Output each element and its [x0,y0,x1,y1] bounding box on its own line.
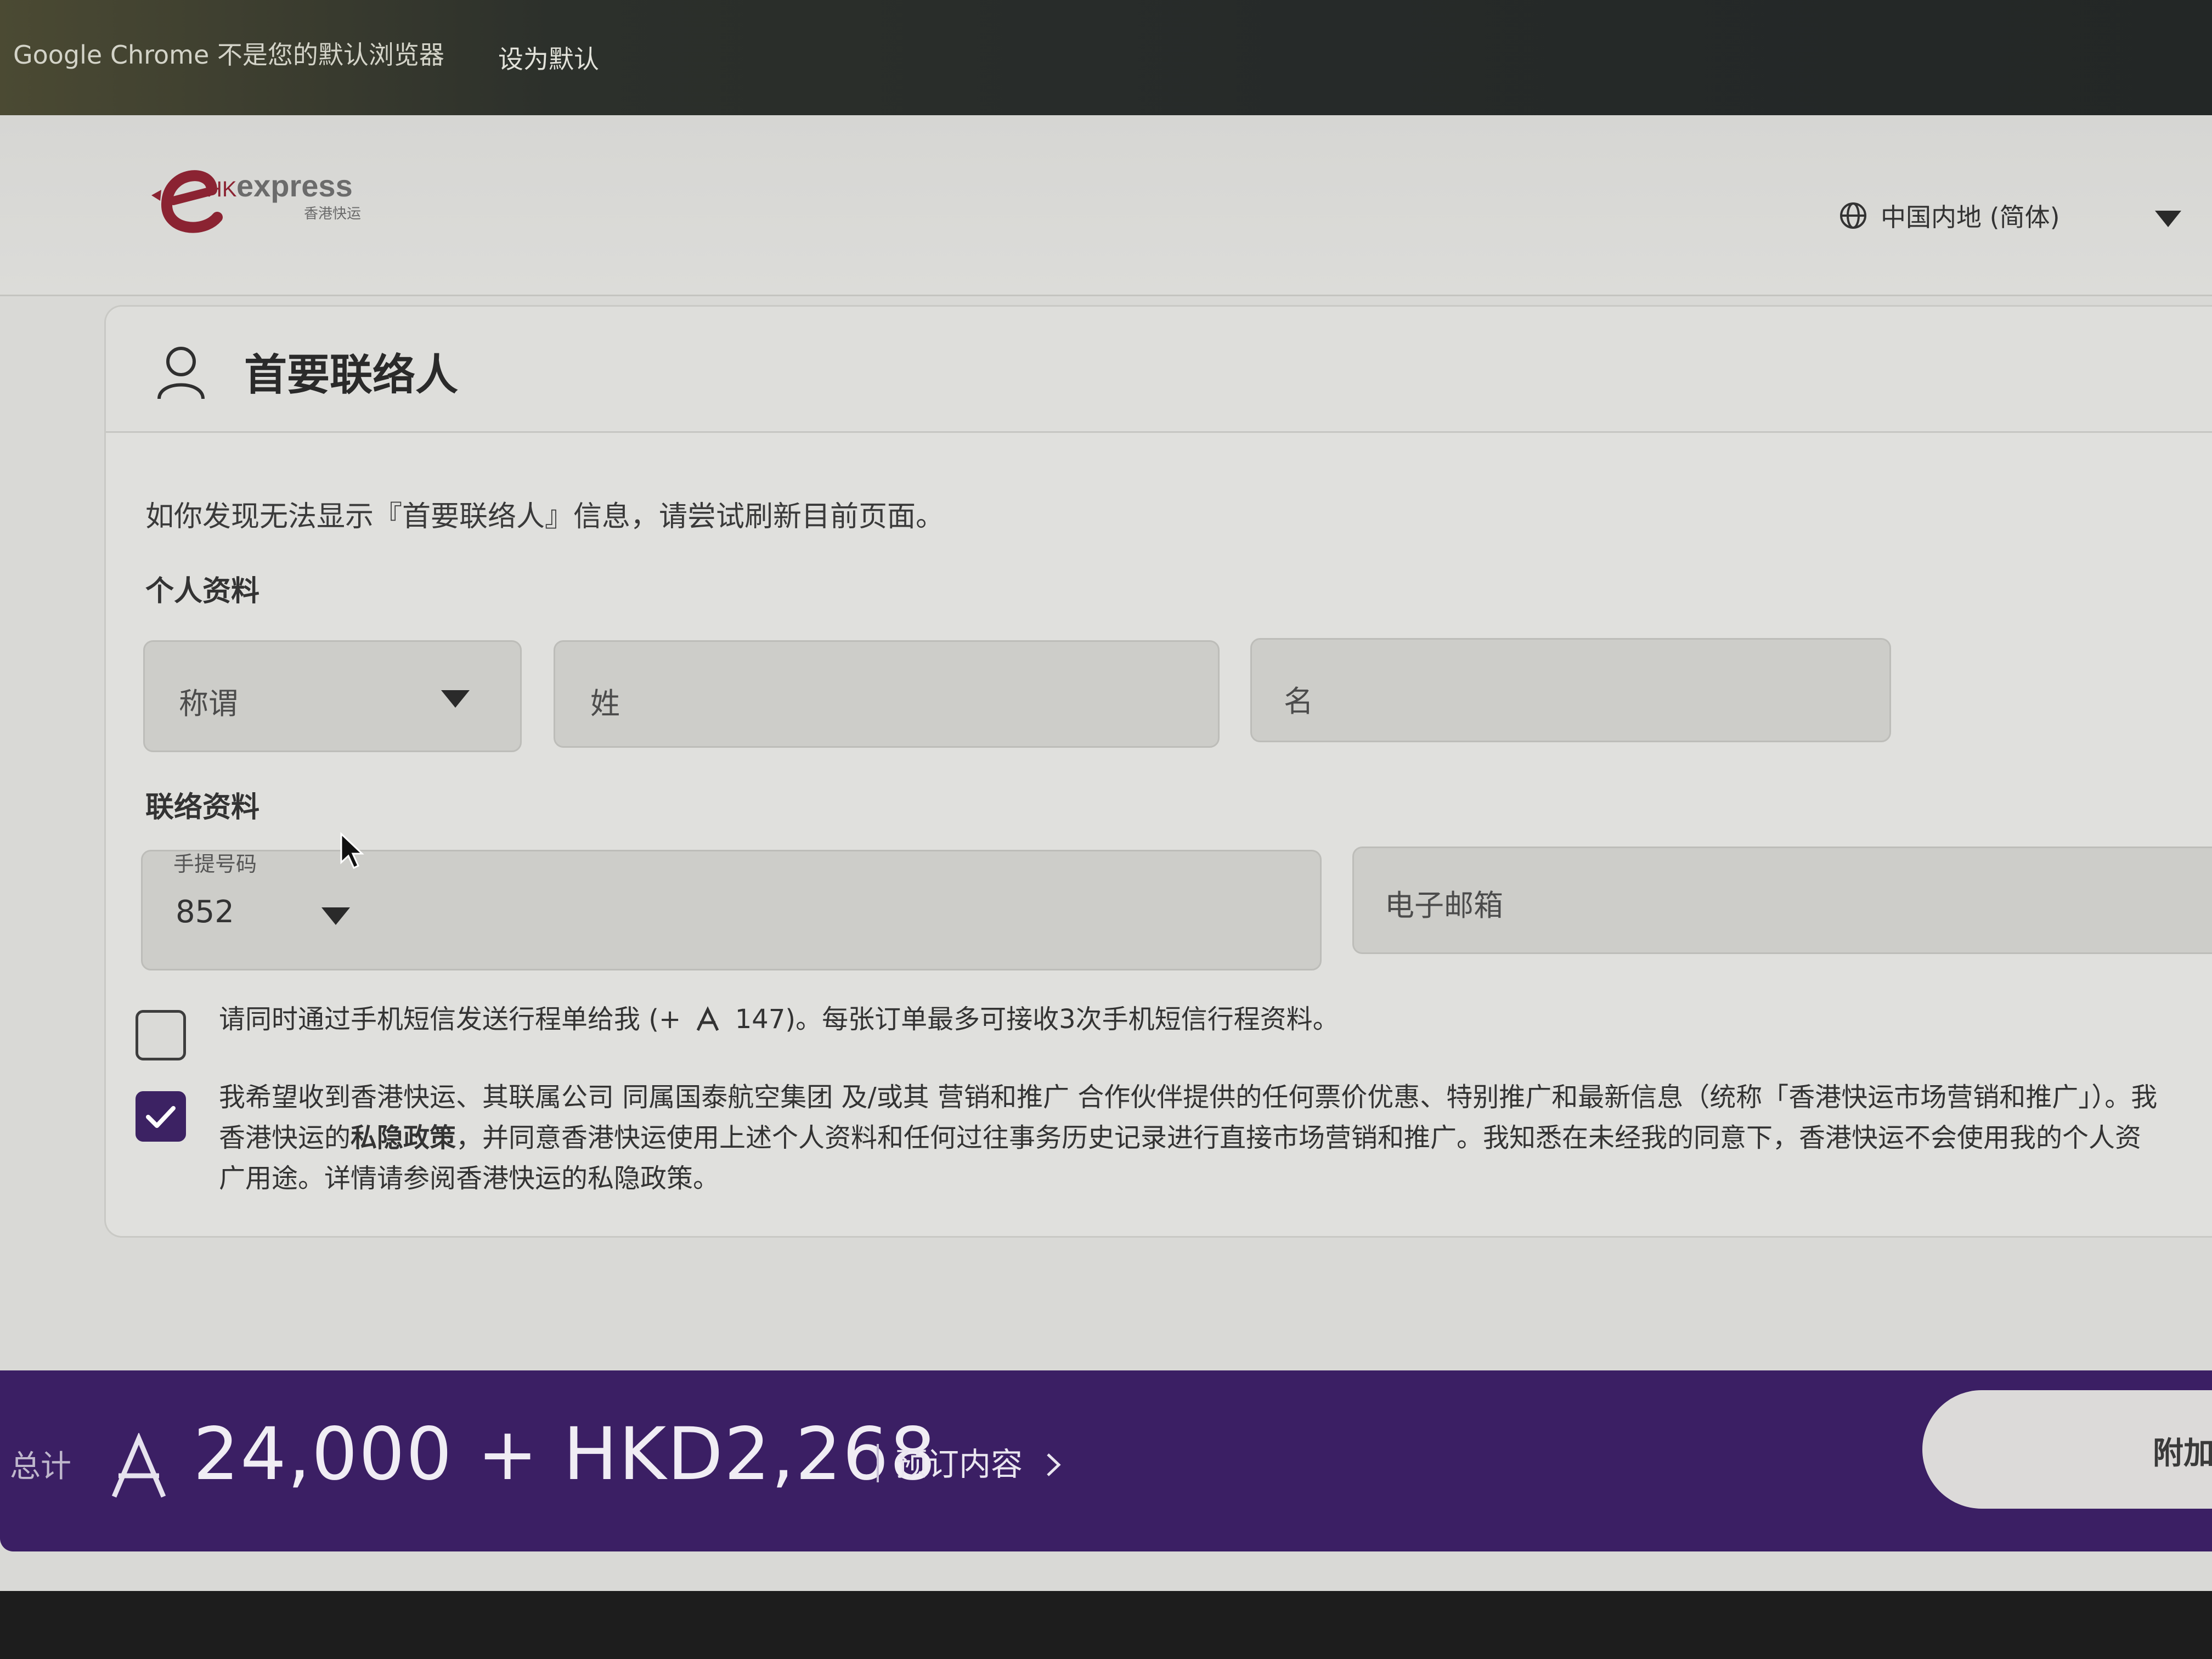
marketing-line-2-rest: ，并同意香港快运使用上述个人资料和任何过往事务历史记录进行直接市场营销和推广。我… [456,1122,2142,1153]
sms-itinerary-text: 请同时通过手机短信发送行程单给我 (+ 147)。每张订单最多可接收3次手机短信… [219,999,1339,1040]
country-code[interactable]: 852 [176,894,234,930]
refresh-notice: 如你发现无法显示『首要联络人』信息，请尝试刷新目前页面。 [145,500,945,533]
given-name-field[interactable]: 名 [1250,638,1891,742]
language-selector[interactable]: 中国内地 (简体) [1839,198,2060,234]
marketing-line-3: 广用途。详情请参阅香港快运的私隐政策。 [219,1163,720,1194]
logo-subtitle: 香港快运 [304,206,361,222]
chevron-right-icon [1047,1453,1062,1476]
total-label: 总计 [10,1449,71,1485]
default-browser-message: Google Chrome 不是您的默认浏览器 [13,40,444,70]
marketing-consent-checkbox[interactable] [136,1091,186,1142]
marketing-line-2-prefix: 香港快运的 [219,1122,351,1153]
email-field[interactable]: 电子邮箱 [1352,847,2212,954]
mouse-cursor-icon [340,832,364,870]
currency-code: HKD [563,1412,724,1497]
globe-icon [1840,202,1866,229]
hkexpress-logo[interactable]: HK express 香港快运 [129,157,382,239]
salutation-select[interactable]: 称谓 [143,640,522,752]
browser-infobar: Google Chrome 不是您的默认浏览器 设为默认 [0,0,2212,115]
sms-itinerary-checkbox[interactable] [136,1010,186,1060]
add-ons-label: 附加 [2153,1436,2212,1471]
given-name-placeholder: 名 [1284,684,1313,719]
mobile-number-field[interactable]: 手提号码 852 [141,850,1322,970]
mobile-label: 手提号码 [173,852,257,876]
language-label: 中国内地 (简体) [1881,202,2060,232]
salutation-placeholder: 称谓 [179,686,238,721]
screen-bezel [0,1591,2212,1659]
sms-text-after: 147)。每张订单最多可接收3次手机短信行程资料。 [735,1004,1339,1035]
user-icon [157,347,205,399]
sms-text-before: 请同时通过手机短信发送行程单给我 (+ [219,1004,681,1035]
booking-summary-link[interactable]: 预订内容 [895,1438,1064,1485]
booking-total-bar: 总计 24,000 + HKD2,268 预订内容 附加 [0,1370,2212,1551]
logo-hk: HK [206,177,237,201]
svg-text:express: express [236,168,353,203]
personal-info-label: 个人资料 [145,575,260,608]
asia-miles-icon [697,1006,719,1031]
add-ons-button[interactable]: 附加 [1922,1390,2212,1509]
marketing-line-2: 香港快运的私隐政策，并同意香港快运使用上述个人资料和任何过往事务历史记录进行直接… [219,1118,2157,1158]
card-title: 首要联络人 [244,351,459,400]
marketing-line-1: 我希望收到香港快运、其联属公司 同属国泰航空集团 及/或其 营销和推广 合作伙伴… [219,1082,2158,1113]
email-placeholder: 电子邮箱 [1385,888,1503,923]
card-header: 首要联络人 [106,307,2212,433]
marketing-consent-text: 我希望收到香港快运、其联属公司 同属国泰航空集团 及/或其 营销和推广 合作伙伴… [219,1077,2157,1199]
divider [877,1444,879,1482]
surname-placeholder: 姓 [590,686,620,721]
chevron-down-icon[interactable] [321,907,350,925]
site-header: HK express 香港快运 中国内地 (简体) [0,115,2212,296]
total-amount: 24,000 + HKD2,268 [193,1412,937,1497]
contact-info-label: 联络资料 [145,791,260,824]
privacy-policy-link[interactable]: 私隐政策 [351,1122,456,1153]
chevron-down-icon[interactable] [2155,211,2181,227]
miles-amount: 24,000 [193,1412,453,1497]
booking-summary-label: 预订内容 [895,1446,1023,1483]
primary-contact-card: 首要联络人 如你发现无法显示『首要联络人』信息，请尝试刷新目前页面。 个人资料 … [104,305,2212,1238]
plus-sign: + [477,1412,539,1497]
checkmark-icon [146,1106,176,1128]
asia-miles-icon [111,1433,166,1498]
chevron-down-icon [441,690,470,708]
set-default-button[interactable]: 设为默认 [498,40,599,76]
surname-field[interactable]: 姓 [554,640,1220,748]
